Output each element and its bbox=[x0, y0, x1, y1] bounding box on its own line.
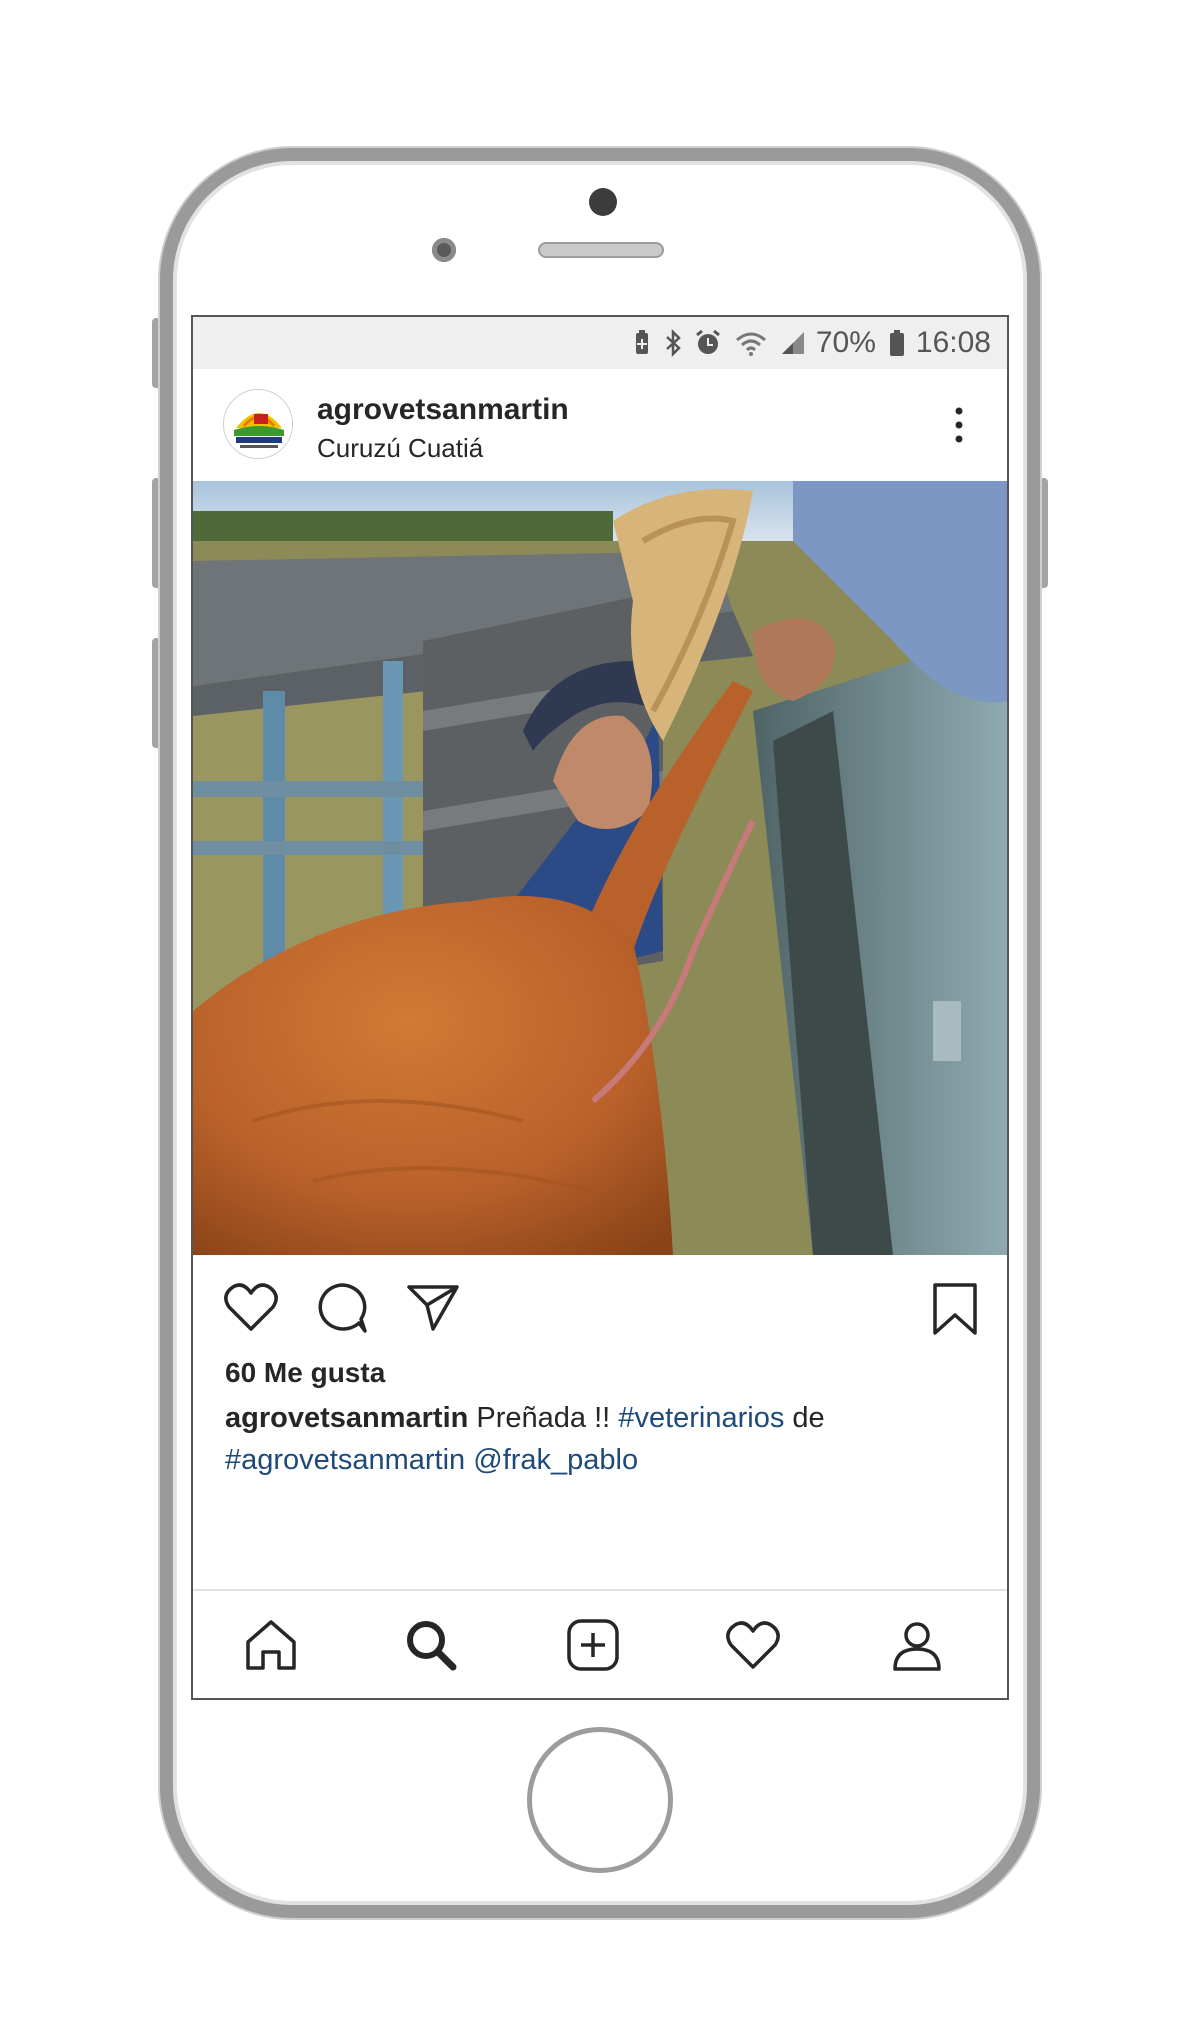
caption-text: Preñada !! bbox=[476, 1402, 611, 1434]
caption-text: de bbox=[792, 1402, 825, 1434]
post-actions bbox=[193, 1277, 1007, 1347]
post-header: agrovetsanmartin Curuzú Cuatiá bbox=[193, 369, 1007, 481]
profile-avatar[interactable] bbox=[223, 389, 293, 459]
activity-icon bbox=[726, 1621, 780, 1669]
front-camera bbox=[589, 188, 617, 216]
wifi-icon bbox=[734, 330, 768, 356]
add-post-icon bbox=[567, 1619, 619, 1671]
battery-percent: 70% bbox=[815, 326, 876, 359]
home-button[interactable] bbox=[527, 1727, 673, 1873]
more-options-icon[interactable] bbox=[955, 405, 963, 445]
tab-search[interactable] bbox=[399, 1613, 463, 1677]
clock: 16:08 bbox=[915, 326, 991, 359]
post-username[interactable]: agrovetsanmartin bbox=[317, 393, 569, 427]
phone-screen: 70% 16:08 agrovetsanmartin Curuzú Cuatiá bbox=[191, 315, 1009, 1700]
tab-profile[interactable] bbox=[885, 1613, 949, 1677]
hashtag-link[interactable]: #veterinarios bbox=[618, 1402, 784, 1434]
battery-icon bbox=[888, 329, 906, 357]
like-count[interactable]: 60 Me gusta bbox=[225, 1357, 385, 1389]
caption-username[interactable]: agrovetsanmartin bbox=[225, 1402, 468, 1434]
search-icon bbox=[407, 1621, 457, 1671]
mention-link[interactable]: @frak_pablo bbox=[473, 1444, 638, 1476]
bookmark-icon[interactable] bbox=[931, 1281, 979, 1337]
post-caption: agrovetsanmartin Preñada !! #veterinario… bbox=[225, 1397, 965, 1481]
post-photo[interactable] bbox=[193, 481, 1007, 1255]
alarm-icon bbox=[694, 329, 722, 357]
earpiece-speaker bbox=[538, 242, 664, 258]
post-location[interactable]: Curuzú Cuatiá bbox=[317, 433, 483, 464]
bottom-nav bbox=[193, 1589, 1007, 1698]
tab-new-post[interactable] bbox=[561, 1613, 625, 1677]
tab-activity[interactable] bbox=[721, 1613, 785, 1677]
tab-home[interactable] bbox=[239, 1613, 303, 1677]
share-icon[interactable] bbox=[405, 1281, 461, 1333]
profile-icon bbox=[893, 1622, 941, 1671]
proximity-sensor bbox=[432, 238, 456, 262]
battery-saver-icon bbox=[632, 330, 652, 356]
agrovet-logo bbox=[225, 391, 292, 458]
like-icon[interactable] bbox=[223, 1281, 279, 1333]
hashtag-link[interactable]: #agrovetsanmartin bbox=[225, 1444, 465, 1476]
status-bar: 70% 16:08 bbox=[193, 317, 1007, 369]
home-icon bbox=[246, 1620, 296, 1670]
comment-icon[interactable] bbox=[315, 1281, 369, 1335]
bluetooth-icon bbox=[664, 329, 682, 357]
signal-icon bbox=[780, 330, 806, 356]
